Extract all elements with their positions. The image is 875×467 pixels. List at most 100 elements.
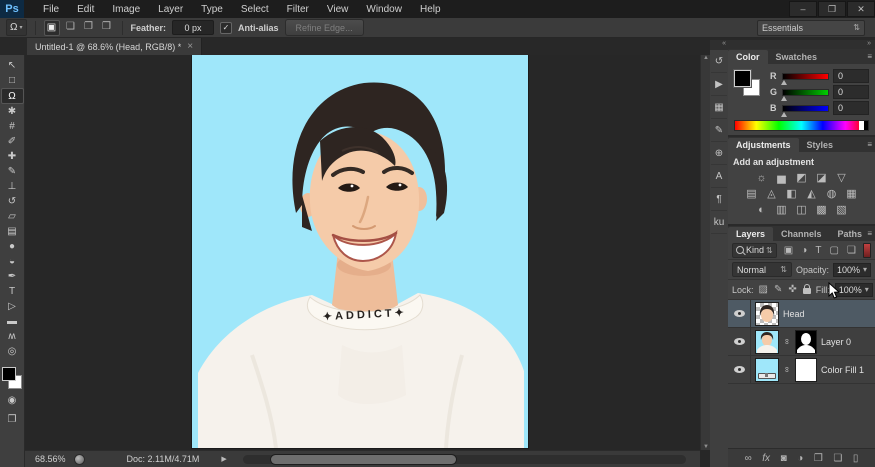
layer-filter-kind-select[interactable]: Kind ⇅ [732,243,777,258]
panels-collapse-arrows[interactable]: » [728,40,875,49]
delete-layer-icon[interactable]: ▯ [853,453,859,464]
menu-help[interactable]: Help [411,2,450,17]
antialias-checkbox[interactable]: ✓ [220,22,232,34]
slider-thumb-icon[interactable] [781,112,787,117]
link-layers-icon[interactable]: ∞ [745,453,752,464]
dock-collapse-arrows[interactable]: « [710,40,728,50]
zoom-level-field[interactable]: 68.56% [35,454,66,464]
new-adjustment-layer-icon[interactable]: ◑ [797,453,803,464]
panel-color-swatches[interactable] [734,70,760,96]
color-swatches-widget[interactable] [2,367,22,389]
layer-style-icon[interactable]: fx [762,453,770,464]
selective-color-icon[interactable]: ▧ [834,203,849,216]
document-tab[interactable]: Untitled-1 @ 68.6% (Head, RGB/8) * × [27,38,202,55]
brush-tool-icon[interactable]: ✎ [2,164,23,179]
green-slider[interactable] [782,89,829,96]
lock-all-icon[interactable] [803,288,811,294]
quick-mask-button[interactable]: ◉ [2,393,23,408]
fill-layer-thumbnail[interactable] [756,359,778,381]
menu-edit[interactable]: Edit [68,2,103,17]
foreground-color-swatch[interactable] [2,367,16,381]
gradient-tool-icon[interactable]: ▤ [2,224,23,239]
panel-menu-icon[interactable]: ≡ [867,229,872,238]
eye-icon[interactable] [734,366,745,373]
intersect-selection-icon[interactable]: ❒ [100,20,114,34]
screen-mode-button[interactable]: ❐ [2,412,23,427]
add-layer-mask-icon[interactable]: ◙ [781,453,787,464]
pen-tool-icon[interactable]: ✒ [2,269,23,284]
kuler-panel-icon[interactable]: ku [711,211,727,234]
panel-menu-icon[interactable]: ≡ [867,140,872,149]
blur-tool-icon[interactable]: ● [2,239,23,254]
close-button[interactable]: ✕ [847,1,875,17]
tab-channels[interactable]: Channels [773,227,830,241]
foreground-color-swatch[interactable] [734,70,751,87]
history-panel-icon[interactable]: ↺ [711,50,727,73]
brush-presets-panel-icon[interactable]: ✎ [711,119,727,142]
minimize-button[interactable]: – [789,1,817,17]
filter-smart-objects-icon[interactable]: ❏ [847,245,856,256]
brightness-contrast-icon[interactable]: ☼ [754,171,769,184]
slider-thumb-icon[interactable] [781,80,787,85]
layer-mask-thumbnail[interactable] [796,359,816,381]
layer-thumbnail[interactable] [756,331,778,353]
clone-source-panel-icon[interactable]: ⊕ [711,142,727,165]
dodge-tool-icon[interactable]: ◒ [2,254,23,269]
crop-tool-icon[interactable]: # [2,119,23,134]
filter-pixel-layers-icon[interactable]: ▣ [784,245,793,256]
menu-select[interactable]: Select [232,2,278,17]
new-group-icon[interactable]: ❒ [814,453,823,464]
type-tool-icon[interactable]: T [2,284,23,299]
feather-input[interactable]: 0 px [172,20,214,35]
posterize-icon[interactable]: ▥ [774,203,789,216]
history-brush-tool-icon[interactable]: ↺ [2,194,23,209]
rectangular-marquee-tool-icon[interactable]: □ [2,73,23,88]
green-value-field[interactable]: 0 [833,85,869,99]
paragraph-panel-icon[interactable]: ¶ [711,188,727,211]
refine-edge-button[interactable]: Refine Edge... [285,19,364,36]
spectrum-black-swatch[interactable] [864,121,868,130]
filter-type-layers-icon[interactable]: T [815,245,821,256]
blue-slider[interactable] [782,105,829,112]
red-slider[interactable] [782,73,829,80]
tab-close-icon[interactable]: × [187,41,193,52]
lock-image-pixels-icon[interactable]: ✎ [774,284,782,295]
canvas-pasteboard[interactable]: ✦ADDICT✦ [25,55,700,450]
layer-filter-toggle[interactable] [863,243,871,258]
eyedropper-tool-icon[interactable]: ✐ [2,134,23,149]
color-spectrum-ramp[interactable] [734,120,869,131]
lasso-tool-icon[interactable]: Ω [1,88,24,104]
menu-window[interactable]: Window [357,2,411,17]
workspace-selector[interactable]: Essentials ⇅ [757,20,865,36]
layer-thumbnail[interactable] [756,303,778,325]
move-tool-icon[interactable]: ↖ [2,58,23,73]
blue-value-field[interactable]: 0 [833,101,869,115]
scroll-up-icon[interactable]: ▲ [703,55,709,61]
character-panel-icon[interactable]: A [711,165,727,188]
menu-layer[interactable]: Layer [149,2,192,17]
gradient-map-icon[interactable]: ▩ [814,203,829,216]
eye-icon[interactable] [734,338,745,345]
subtract-from-selection-icon[interactable]: ❐ [82,20,96,34]
invert-icon[interactable]: ◐ [754,203,769,216]
threshold-icon[interactable]: ◫ [794,203,809,216]
tab-swatches[interactable]: Swatches [768,50,826,64]
menu-file[interactable]: File [34,2,68,17]
add-to-selection-icon[interactable]: ❏ [64,20,78,34]
color-balance-icon[interactable]: ◬ [764,187,779,200]
layer-row-color-fill[interactable]: ∞ Color Fill 1 [728,356,875,384]
menu-type[interactable]: Type [192,2,232,17]
active-tool-preview[interactable]: Ω ▾ [6,19,27,36]
photo-filter-icon[interactable]: ◭ [804,187,819,200]
scroll-down-icon[interactable]: ▼ [703,444,709,450]
path-selection-tool-icon[interactable]: ▷ [2,299,23,314]
fill-field[interactable]: 100% ▾ [835,283,873,297]
menu-image[interactable]: Image [103,2,149,17]
eye-icon[interactable] [734,310,745,317]
menu-view[interactable]: View [318,2,358,17]
red-value-field[interactable]: 0 [833,69,869,83]
lock-position-icon[interactable]: ✜ [788,284,796,295]
exposure-icon[interactable]: ◪ [814,171,829,184]
vibrance-icon[interactable]: ▽ [834,171,849,184]
blend-mode-select[interactable]: Normal ⇅ [732,262,792,277]
